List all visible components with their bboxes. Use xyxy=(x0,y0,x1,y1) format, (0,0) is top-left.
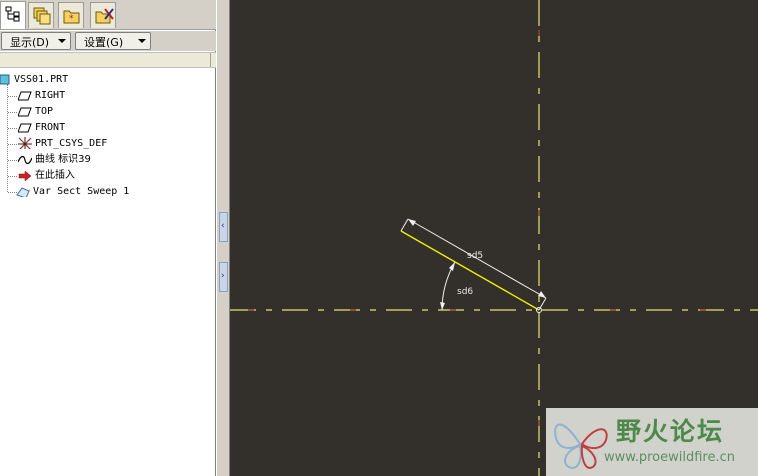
datum-plane-icon xyxy=(18,107,32,117)
chevron-down-icon xyxy=(138,39,146,43)
chevron-left-icon: ‹ xyxy=(221,221,225,231)
tree-connector xyxy=(8,128,17,129)
tree-item-label: RIGHT xyxy=(35,90,66,101)
insert-here-arrow-icon xyxy=(18,170,32,182)
tree-connector xyxy=(8,96,17,97)
dimension-arrow xyxy=(408,219,416,226)
curve-icon xyxy=(18,155,32,165)
tree-connector xyxy=(8,160,17,161)
settings-dropdown-label: 设置(G) xyxy=(84,36,124,49)
tree-column-header xyxy=(0,52,216,68)
folder-browser-icon: * xyxy=(63,10,80,24)
tree-connector xyxy=(8,144,17,145)
tree-toolbar: 显示(D) 设置(G) xyxy=(0,31,216,51)
tab-favorites[interactable] xyxy=(90,2,116,28)
collapse-left-handle[interactable]: ‹ xyxy=(219,212,228,242)
sketch-canvas[interactable]: sd5 sd6 xyxy=(230,0,758,476)
watermark-url: www.proewildfire.cn xyxy=(604,450,735,465)
tab-folder-browser[interactable]: * xyxy=(58,2,84,28)
layers-icon xyxy=(33,7,51,25)
var-sect-sweep-icon: * xyxy=(16,187,30,197)
svg-text:*: * xyxy=(28,187,30,196)
chevron-right-icon: › xyxy=(221,271,225,281)
model-tree-icon xyxy=(5,6,20,22)
length-dimension-text[interactable]: sd5 xyxy=(467,251,483,261)
tree-item-label: 曲线 标识39 xyxy=(35,154,91,165)
tree-item-label: VSS01.PRT xyxy=(14,74,69,85)
panel-splitter[interactable]: ‹ › xyxy=(216,0,230,476)
dimension-arrow xyxy=(440,302,445,310)
show-dropdown[interactable]: 显示(D) xyxy=(1,32,71,50)
tree-item-label: FRONT xyxy=(35,122,66,133)
tree-connector xyxy=(8,176,17,177)
sketch-graphics-window[interactable]: sd5 sd6 xyxy=(230,0,758,476)
chevron-down-icon xyxy=(58,39,66,43)
tab-layers[interactable] xyxy=(28,2,54,28)
datum-plane-icon xyxy=(18,91,32,101)
tab-model-tree[interactable] xyxy=(0,1,26,29)
sketch-line[interactable] xyxy=(400,230,540,311)
part-icon xyxy=(0,74,10,85)
show-dropdown-label: 显示(D) xyxy=(10,36,50,49)
svg-text:*: * xyxy=(69,14,74,24)
forum-watermark: 野火论坛 www.proewildfire.cn xyxy=(546,408,758,476)
settings-dropdown[interactable]: 设置(G) xyxy=(75,32,151,50)
dimension-extension-line xyxy=(400,218,409,232)
tree-item-label: Var Sect Sweep 1 xyxy=(33,186,130,197)
model-tree-panel: * 显示(D) 设置(G) VSS01.PRT RIGHT TOP FRONT … xyxy=(0,0,216,476)
tree-item-label: 在此插入 xyxy=(35,170,75,181)
tree-connector xyxy=(8,112,17,113)
dimension-arrow xyxy=(449,262,455,271)
column-separator[interactable] xyxy=(210,53,211,67)
datum-plane-icon xyxy=(18,123,32,133)
watermark-title: 野火论坛 xyxy=(616,417,725,446)
angle-dimension-text[interactable]: sd6 xyxy=(457,287,473,297)
navigator-tab-strip: * xyxy=(0,0,216,30)
coordinate-system-icon xyxy=(18,137,32,149)
expand-right-handle[interactable]: › xyxy=(219,262,228,292)
tree-item-label: PRT_CSYS_DEF xyxy=(35,138,108,149)
favorites-tools-icon xyxy=(95,8,114,24)
tree-item-label: TOP xyxy=(35,106,54,117)
